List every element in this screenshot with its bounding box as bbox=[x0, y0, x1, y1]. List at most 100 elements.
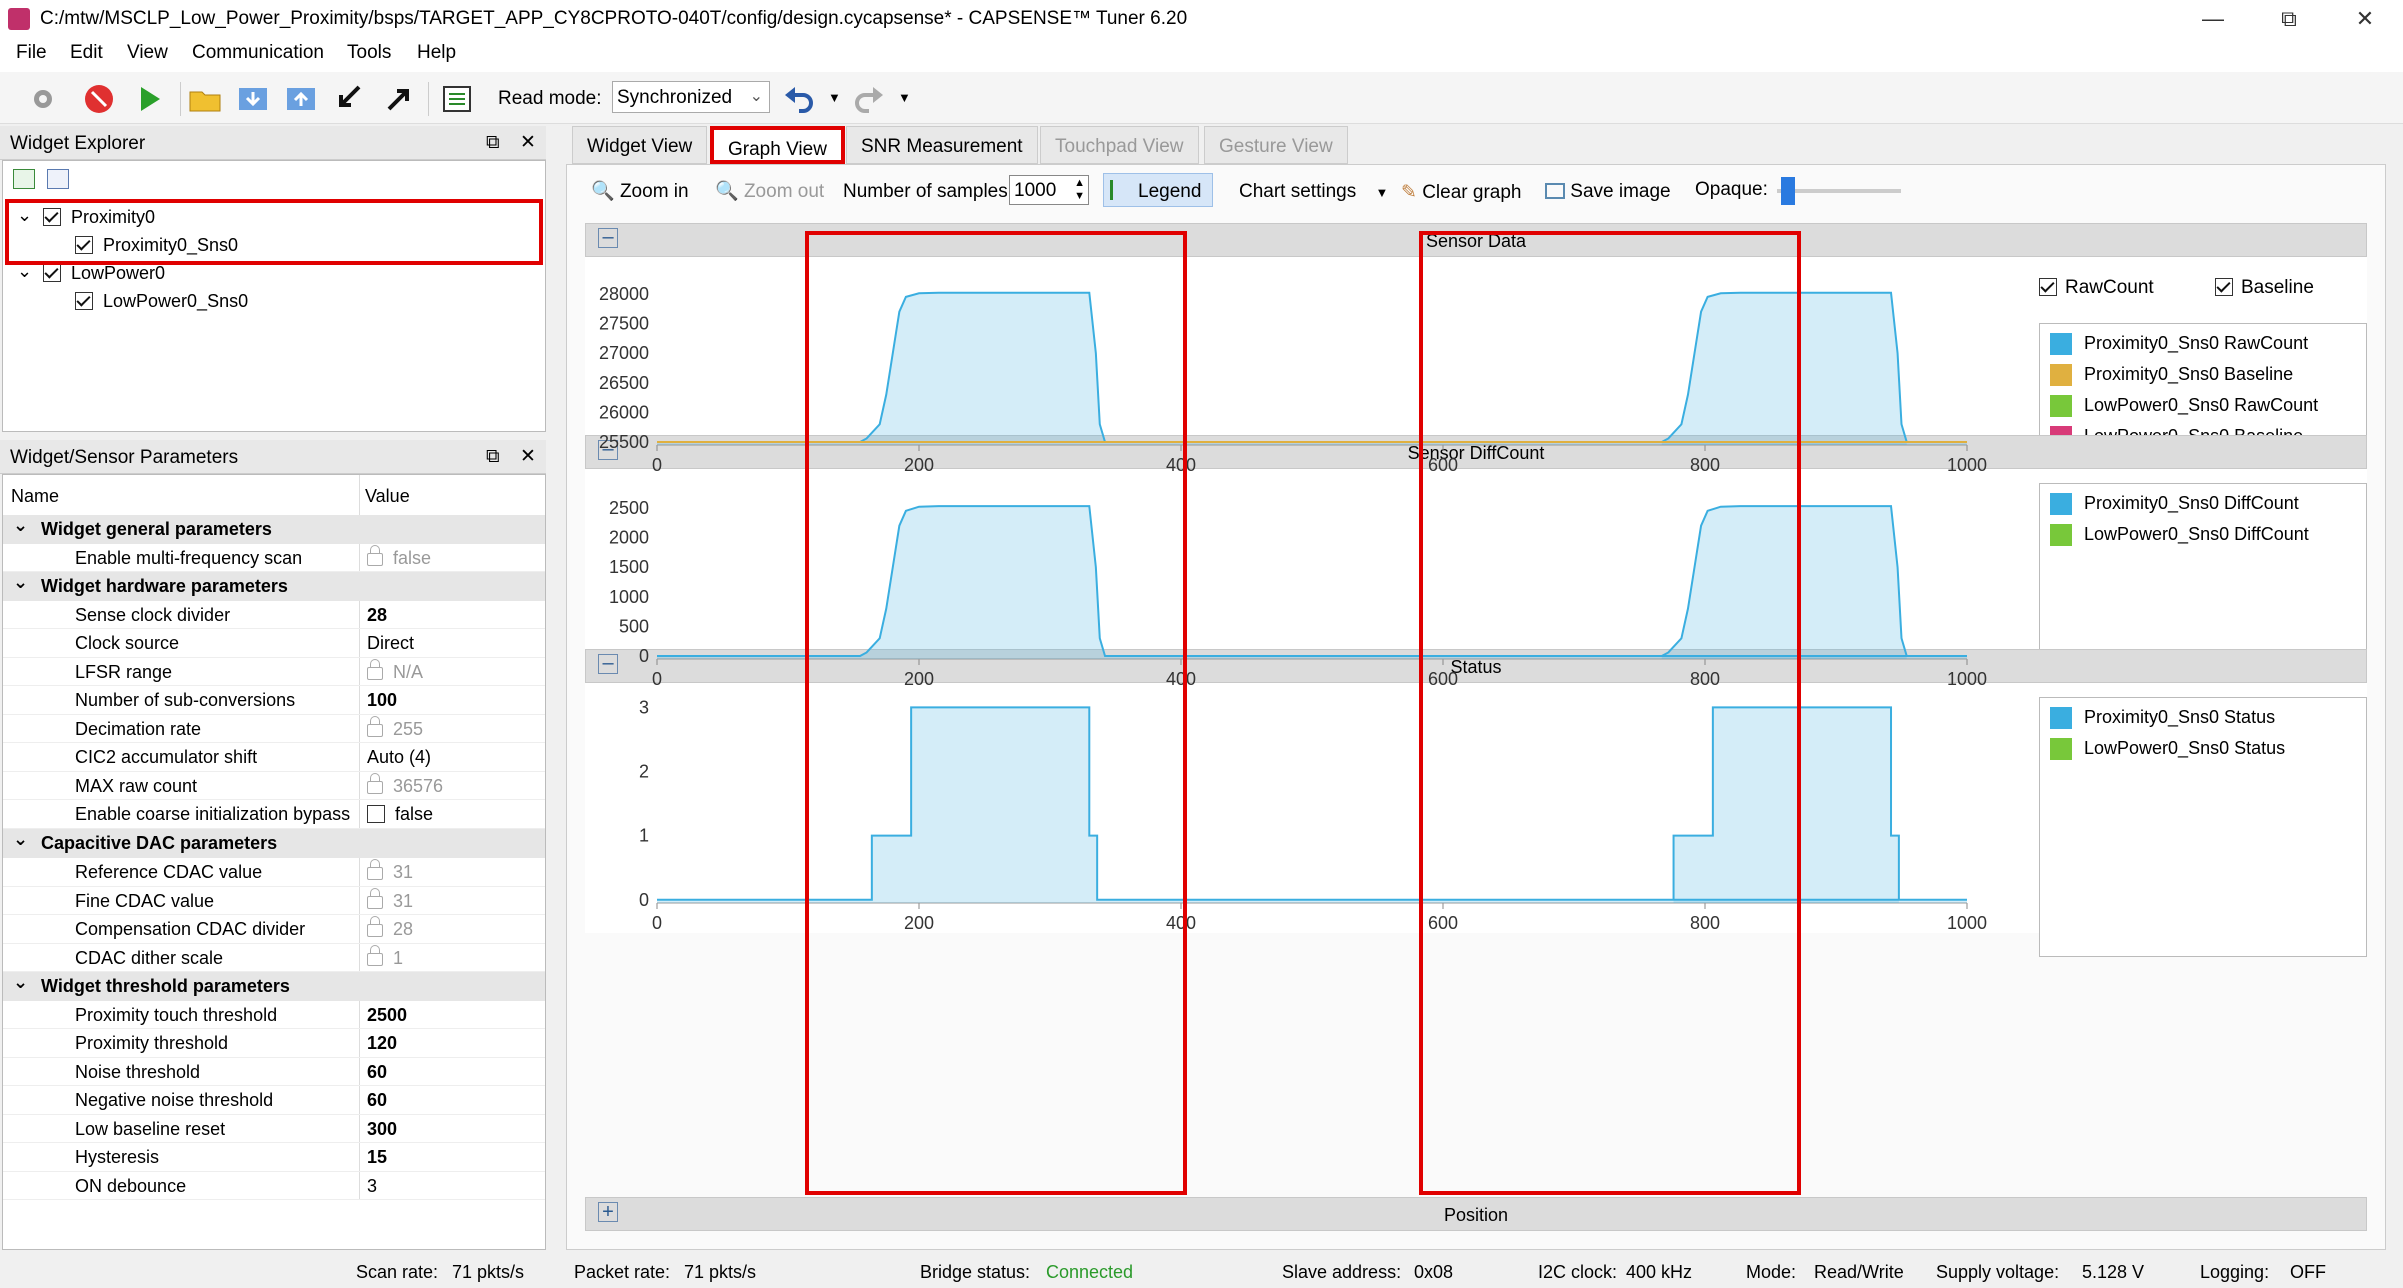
param-row[interactable]: Reference CDAC value 31 bbox=[3, 858, 545, 887]
param-section[interactable]: ⌄ Widget threshold parameters bbox=[3, 972, 545, 1001]
legend-toggle-button[interactable]: Legend bbox=[1103, 173, 1213, 207]
arrow-in-icon[interactable] bbox=[330, 80, 368, 118]
chevron-down-icon[interactable]: ⌄ bbox=[13, 972, 28, 993]
lowpower0-checkbox[interactable] bbox=[43, 264, 61, 282]
param-value[interactable]: 2500 bbox=[367, 1005, 407, 1026]
collapse-all-icon[interactable] bbox=[47, 169, 69, 189]
chevron-down-icon[interactable]: ⌄ bbox=[13, 515, 28, 536]
param-row[interactable]: CIC2 accumulator shift Auto (4) bbox=[3, 743, 545, 772]
menu-communication[interactable]: Communication bbox=[192, 42, 324, 64]
menu-tools[interactable]: Tools bbox=[347, 42, 391, 64]
param-row[interactable]: Compensation CDAC divider 28 bbox=[3, 915, 545, 944]
param-value[interactable]: Direct bbox=[367, 633, 414, 654]
param-row[interactable]: LFSR range N/A bbox=[3, 658, 545, 686]
param-row[interactable]: ON debounce 3 bbox=[3, 1172, 545, 1200]
tree-item-lowpower0-sns0[interactable]: LowPower0_Sns0 bbox=[11, 289, 531, 315]
param-row[interactable]: MAX raw count 36576 bbox=[3, 772, 545, 800]
undo-icon[interactable] bbox=[780, 80, 818, 118]
param-row[interactable]: Proximity touch threshold 2500 bbox=[3, 1001, 545, 1029]
menu-help[interactable]: Help bbox=[417, 42, 456, 64]
close-panel-icon[interactable]: ✕ bbox=[520, 445, 536, 468]
read-mode-select[interactable]: Synchronized ⌄ bbox=[612, 81, 770, 113]
param-value[interactable]: 31 bbox=[367, 859, 413, 883]
series-filter-checkbox[interactable]: Baseline bbox=[2215, 277, 2314, 299]
param-row[interactable]: Hysteresis 15 bbox=[3, 1143, 545, 1172]
expand-all-icon[interactable] bbox=[13, 169, 35, 189]
param-value[interactable]: 3 bbox=[367, 1176, 377, 1197]
param-value[interactable]: 100 bbox=[367, 690, 397, 711]
param-value[interactable]: 300 bbox=[367, 1119, 397, 1140]
zoom-out-button[interactable]: 🔍 Zoom out bbox=[715, 179, 824, 203]
series-filter-checkbox[interactable]: RawCount bbox=[2039, 277, 2154, 299]
param-value[interactable]: 60 bbox=[367, 1062, 387, 1083]
checkbox[interactable] bbox=[367, 805, 385, 823]
param-section[interactable]: ⌄ Widget general parameters bbox=[3, 515, 545, 544]
param-row[interactable]: Enable coarse initialization bypass false bbox=[3, 800, 545, 829]
spinner-icon[interactable]: ▲ ▼ bbox=[1074, 177, 1085, 203]
checkbox[interactable] bbox=[2215, 278, 2233, 296]
close-window-button[interactable]: ✕ bbox=[2330, 0, 2400, 38]
chart-settings-button[interactable]: Chart settings ▼ bbox=[1239, 181, 1388, 203]
param-value[interactable]: 1 bbox=[367, 945, 403, 969]
undo-dropdown-icon[interactable]: ▼ bbox=[828, 90, 841, 105]
legend-item[interactable]: Proximity0_Sns0 Baseline bbox=[2050, 359, 2293, 390]
redo-icon[interactable] bbox=[850, 80, 888, 118]
legend-item[interactable]: Proximity0_Sns0 DiffCount bbox=[2050, 488, 2299, 519]
start-play-icon[interactable] bbox=[130, 80, 168, 118]
param-value[interactable]: 28 bbox=[367, 605, 387, 626]
slider-handle[interactable] bbox=[1781, 177, 1795, 205]
chevron-down-icon[interactable]: ⌄ bbox=[13, 572, 28, 593]
param-value[interactable]: false bbox=[367, 545, 431, 569]
opaque-slider[interactable] bbox=[1777, 177, 1901, 205]
menu-edit[interactable]: Edit bbox=[70, 42, 103, 64]
float-panel-icon[interactable]: ⧉ bbox=[486, 132, 500, 154]
legend-item[interactable]: Proximity0_Sns0 Status bbox=[2050, 702, 2275, 733]
restore-button[interactable]: ⧉ bbox=[2254, 0, 2324, 38]
param-row[interactable]: Sense clock divider 28 bbox=[3, 601, 545, 629]
param-value[interactable]: 31 bbox=[367, 888, 413, 912]
tab-snr-measurement[interactable]: SNR Measurement bbox=[846, 126, 1038, 164]
export-icon[interactable] bbox=[282, 80, 320, 118]
tab-touchpad-view[interactable]: Touchpad View bbox=[1040, 126, 1199, 164]
menu-view[interactable]: View bbox=[127, 42, 168, 64]
legend-item[interactable]: Proximity0_Sns0 RawCount bbox=[2050, 328, 2308, 359]
param-row[interactable]: Decimation rate 255 bbox=[3, 715, 545, 743]
tab-gesture-view[interactable]: Gesture View bbox=[1204, 126, 1348, 164]
zoom-in-button[interactable]: 🔍 Zoom in bbox=[591, 179, 689, 203]
save-image-button[interactable]: Save image bbox=[1545, 181, 1671, 203]
param-value[interactable]: Auto (4) bbox=[367, 747, 431, 768]
log-icon[interactable] bbox=[438, 80, 476, 118]
close-panel-icon[interactable]: ✕ bbox=[520, 131, 536, 154]
samples-input[interactable]: 1000 ▲ ▼ bbox=[1009, 175, 1089, 205]
tab-graph-view[interactable]: Graph View bbox=[710, 126, 845, 164]
param-row[interactable]: Clock source Direct bbox=[3, 629, 545, 658]
legend-item[interactable]: LowPower0_Sns0 Status bbox=[2050, 733, 2285, 764]
param-row[interactable]: Negative noise threshold 60 bbox=[3, 1086, 545, 1115]
redo-dropdown-icon[interactable]: ▼ bbox=[898, 90, 911, 105]
float-panel-icon[interactable]: ⧉ bbox=[486, 446, 500, 468]
param-value[interactable]: 120 bbox=[367, 1033, 397, 1054]
open-folder-icon[interactable] bbox=[186, 80, 224, 118]
param-value[interactable]: 15 bbox=[367, 1147, 387, 1168]
param-row[interactable]: Enable multi-frequency scan false bbox=[3, 544, 545, 572]
legend-item[interactable]: LowPower0_Sns0 DiffCount bbox=[2050, 519, 2309, 550]
param-value[interactable]: 28 bbox=[367, 916, 413, 940]
clear-graph-button[interactable]: ✎ Clear graph bbox=[1401, 181, 1521, 204]
param-value[interactable]: 36576 bbox=[367, 773, 443, 797]
chevron-down-icon[interactable]: ⌄ bbox=[13, 829, 28, 850]
param-value[interactable]: 255 bbox=[367, 716, 423, 740]
minimize-button[interactable]: — bbox=[2178, 0, 2248, 38]
param-row[interactable]: Noise threshold 60 bbox=[3, 1058, 545, 1086]
tab-widget-view[interactable]: Widget View bbox=[572, 126, 708, 164]
import-icon[interactable] bbox=[234, 80, 272, 118]
param-value[interactable]: 60 bbox=[367, 1090, 387, 1111]
param-row[interactable]: Fine CDAC value 31 bbox=[3, 887, 545, 915]
settings-gear-icon[interactable] bbox=[24, 80, 62, 118]
arrow-out-icon[interactable] bbox=[380, 80, 418, 118]
param-row[interactable]: Proximity threshold 120 bbox=[3, 1029, 545, 1058]
menu-file[interactable]: File bbox=[16, 42, 47, 64]
legend-item[interactable]: LowPower0_Sns0 RawCount bbox=[2050, 390, 2318, 421]
param-row[interactable]: Number of sub-conversions 100 bbox=[3, 686, 545, 715]
lowpower0-sns0-checkbox[interactable] bbox=[75, 292, 93, 310]
param-section[interactable]: ⌄ Capacitive DAC parameters bbox=[3, 829, 545, 858]
